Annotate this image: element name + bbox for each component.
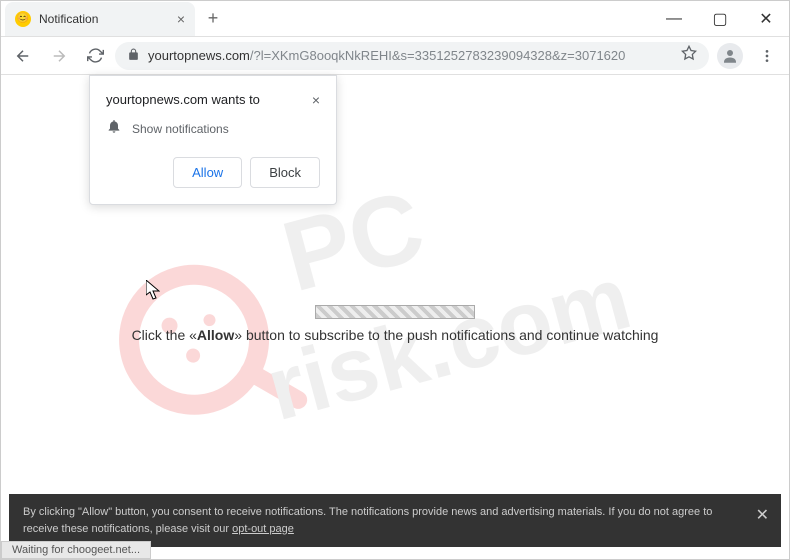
popup-close-icon[interactable]: × xyxy=(312,92,320,108)
window-controls: — ▢ ✕ xyxy=(651,3,789,35)
chrome-menu-button[interactable] xyxy=(751,40,783,72)
new-tab-button[interactable]: + xyxy=(199,5,227,33)
back-button[interactable] xyxy=(7,40,39,72)
opt-out-link[interactable]: opt-out page xyxy=(232,523,294,535)
lock-icon xyxy=(127,48,140,64)
allow-button[interactable]: Allow xyxy=(173,157,242,188)
minimize-button[interactable]: — xyxy=(651,3,697,35)
browser-tab[interactable]: 😊 Notification × xyxy=(5,2,195,36)
bookmark-star-icon[interactable] xyxy=(681,45,697,66)
main-instruction: Click the «Allow» button to subscribe to… xyxy=(1,305,789,343)
popup-title: yourtopnews.com wants to xyxy=(106,92,260,107)
cookie-close-icon[interactable]: ✕ xyxy=(756,504,769,528)
tab-close-icon[interactable]: × xyxy=(177,11,185,27)
close-window-button[interactable]: ✕ xyxy=(743,3,789,35)
instruction-text: Click the «Allow» button to subscribe to… xyxy=(1,327,789,343)
page-content: PC risk.com yourtopnews.com wants to × S… xyxy=(1,75,789,559)
cookie-text: By clicking "Allow" button, you consent … xyxy=(23,506,712,535)
notification-permission-popup: yourtopnews.com wants to × Show notifica… xyxy=(89,75,337,205)
status-bar: Waiting for choogeet.net... xyxy=(1,541,151,559)
cookie-banner: By clicking "Allow" button, you consent … xyxy=(9,494,781,547)
browser-toolbar: yourtopnews.com/?l=XKmG8ooqkNkREHI&s=335… xyxy=(1,37,789,75)
maximize-button[interactable]: ▢ xyxy=(697,3,743,35)
forward-button[interactable] xyxy=(43,40,75,72)
tab-title: Notification xyxy=(39,12,169,26)
reload-button[interactable] xyxy=(79,40,111,72)
tab-favicon-icon: 😊 xyxy=(15,11,31,27)
url-text: yourtopnews.com/?l=XKmG8ooqkNkREHI&s=335… xyxy=(148,48,625,63)
cursor-icon xyxy=(146,280,160,300)
profile-avatar-icon[interactable] xyxy=(717,43,743,69)
window-titlebar: 😊 Notification × + — ▢ ✕ xyxy=(1,1,789,37)
popup-message: Show notifications xyxy=(132,122,229,136)
block-button[interactable]: Block xyxy=(250,157,320,188)
address-bar[interactable]: yourtopnews.com/?l=XKmG8ooqkNkREHI&s=335… xyxy=(115,42,709,70)
bell-icon xyxy=(106,118,122,139)
loading-bar xyxy=(315,305,475,319)
svg-text:risk.com: risk.com xyxy=(257,248,640,440)
